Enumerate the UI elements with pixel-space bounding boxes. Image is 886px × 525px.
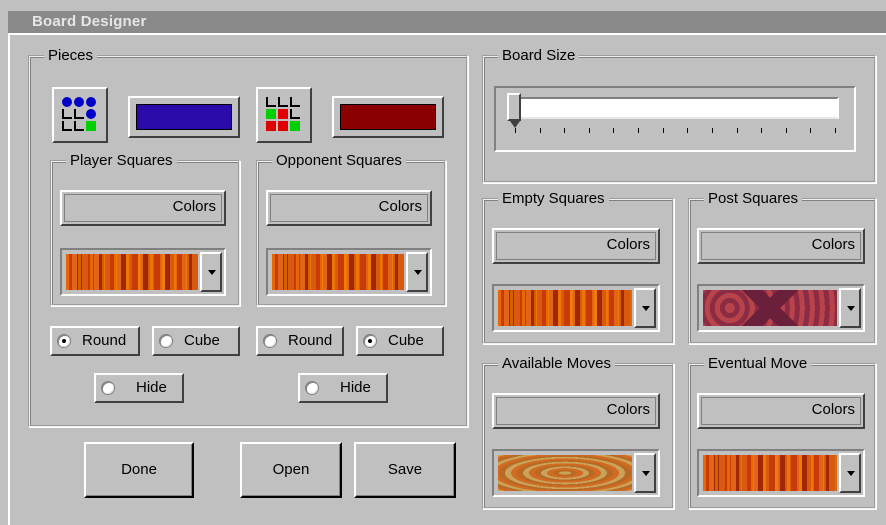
slider-tick bbox=[662, 128, 664, 133]
post-squares-legend: Post Squares bbox=[704, 190, 803, 208]
player-round-radio[interactable]: Round bbox=[50, 326, 140, 356]
available-moves-pattern-dropdown[interactable] bbox=[492, 449, 660, 497]
eventual-move-colors-button[interactable]: Colors bbox=[697, 393, 865, 429]
done-button[interactable]: Done bbox=[84, 442, 194, 498]
opponent-color-swatch[interactable] bbox=[332, 96, 444, 138]
dropdown-arrow-icon[interactable] bbox=[406, 252, 428, 292]
orange-pattern-swatch bbox=[703, 455, 837, 491]
board-designer-window: Board Designer Pieces Player Squares Col… bbox=[0, 0, 886, 525]
slider-tick bbox=[785, 128, 787, 133]
opponent-cube-radio[interactable]: Cube bbox=[356, 326, 444, 356]
player-piece-icon-button[interactable] bbox=[52, 87, 108, 143]
player-color-swatch[interactable] bbox=[128, 96, 240, 138]
dropdown-arrow-icon[interactable] bbox=[634, 453, 656, 493]
player-squares-colors-label: Colors bbox=[172, 198, 216, 215]
open-label: Open bbox=[272, 461, 310, 478]
slider-tick bbox=[761, 128, 763, 133]
opponent-squares-colors-label: Colors bbox=[378, 198, 422, 215]
available-moves-colors-label: Colors bbox=[606, 401, 650, 418]
radio-unselected-icon bbox=[306, 382, 318, 394]
slider-tick bbox=[539, 128, 541, 133]
board-size-slider-track[interactable] bbox=[512, 97, 839, 119]
empty-squares-colors-button[interactable]: Colors bbox=[492, 228, 660, 264]
board-size-legend: Board Size bbox=[498, 47, 580, 65]
orange-pattern-swatch bbox=[498, 290, 632, 326]
player-cube-radio[interactable]: Cube bbox=[152, 326, 240, 356]
opponent-squares-colors-button[interactable]: Colors bbox=[266, 190, 432, 226]
radio-selected-icon bbox=[58, 335, 70, 347]
opponent-hide-label: Hide bbox=[340, 379, 371, 396]
radio-selected-icon bbox=[364, 335, 376, 347]
purple-pattern-swatch bbox=[703, 290, 837, 326]
done-label: Done bbox=[121, 461, 157, 478]
dropdown-arrow-icon[interactable] bbox=[839, 453, 861, 493]
opponent-hide-radio[interactable]: Hide bbox=[298, 373, 388, 403]
slider-tick bbox=[687, 128, 689, 133]
eventual-move-legend: Eventual Move bbox=[704, 355, 812, 373]
empty-squares-legend: Empty Squares bbox=[498, 190, 609, 208]
eventual-move-pattern-dropdown[interactable] bbox=[697, 449, 865, 497]
slider-tick bbox=[515, 128, 516, 133]
available-moves-legend: Available Moves bbox=[498, 355, 615, 373]
slider-tick bbox=[613, 128, 615, 133]
open-button[interactable]: Open bbox=[240, 442, 342, 498]
opponent-squares-legend: Opponent Squares bbox=[272, 152, 406, 170]
board-size-slider-well bbox=[494, 86, 856, 152]
board-size-slider-thumb[interactable] bbox=[507, 93, 521, 128]
player-cube-label: Cube bbox=[184, 332, 220, 349]
player-hide-label: Hide bbox=[136, 379, 167, 396]
eventual-move-colors-label: Colors bbox=[811, 401, 855, 418]
radio-unselected-icon bbox=[160, 335, 172, 347]
save-button[interactable]: Save bbox=[354, 442, 456, 498]
dropdown-arrow-icon[interactable] bbox=[200, 252, 222, 292]
radio-unselected-icon bbox=[264, 335, 276, 347]
opponent-round-label: Round bbox=[288, 332, 333, 349]
empty-squares-pattern-dropdown[interactable] bbox=[492, 284, 660, 332]
player-color-fill bbox=[136, 104, 232, 130]
window-title: Board Designer bbox=[32, 13, 147, 30]
slider-tick bbox=[588, 128, 590, 133]
slider-tick bbox=[638, 128, 640, 133]
opponent-piece-icon-button[interactable] bbox=[256, 87, 312, 143]
available-moves-colors-button[interactable]: Colors bbox=[492, 393, 660, 429]
orange-pattern-swatch bbox=[272, 254, 404, 290]
opponent-cube-label: Cube bbox=[388, 332, 424, 349]
opponent-piece-grid-icon bbox=[265, 96, 301, 132]
post-squares-colors-label: Colors bbox=[811, 236, 855, 253]
dropdown-arrow-icon[interactable] bbox=[634, 288, 656, 328]
pieces-legend: Pieces bbox=[44, 47, 98, 65]
radio-unselected-icon bbox=[102, 382, 114, 394]
player-hide-radio[interactable]: Hide bbox=[94, 373, 184, 403]
beige-pattern-swatch bbox=[498, 455, 632, 491]
slider-tick bbox=[810, 128, 812, 133]
orange-pattern-swatch bbox=[66, 254, 198, 290]
post-squares-pattern-dropdown[interactable] bbox=[697, 284, 865, 332]
opponent-color-fill bbox=[340, 104, 436, 130]
slider-tick bbox=[835, 128, 836, 133]
player-piece-grid-icon bbox=[61, 96, 97, 132]
slider-tick bbox=[736, 128, 738, 133]
opponent-squares-pattern-dropdown[interactable] bbox=[266, 248, 432, 296]
player-squares-pattern-dropdown[interactable] bbox=[60, 248, 226, 296]
slider-tick bbox=[564, 128, 566, 133]
save-label: Save bbox=[387, 461, 423, 478]
player-squares-legend: Player Squares bbox=[66, 152, 177, 170]
player-round-label: Round bbox=[82, 332, 127, 349]
player-squares-colors-button[interactable]: Colors bbox=[60, 190, 226, 226]
opponent-round-radio[interactable]: Round bbox=[256, 326, 344, 356]
slider-tick bbox=[711, 128, 713, 133]
title-bar[interactable]: Board Designer bbox=[8, 11, 886, 33]
empty-squares-colors-label: Colors bbox=[606, 236, 650, 253]
dropdown-arrow-icon[interactable] bbox=[839, 288, 861, 328]
post-squares-colors-button[interactable]: Colors bbox=[697, 228, 865, 264]
